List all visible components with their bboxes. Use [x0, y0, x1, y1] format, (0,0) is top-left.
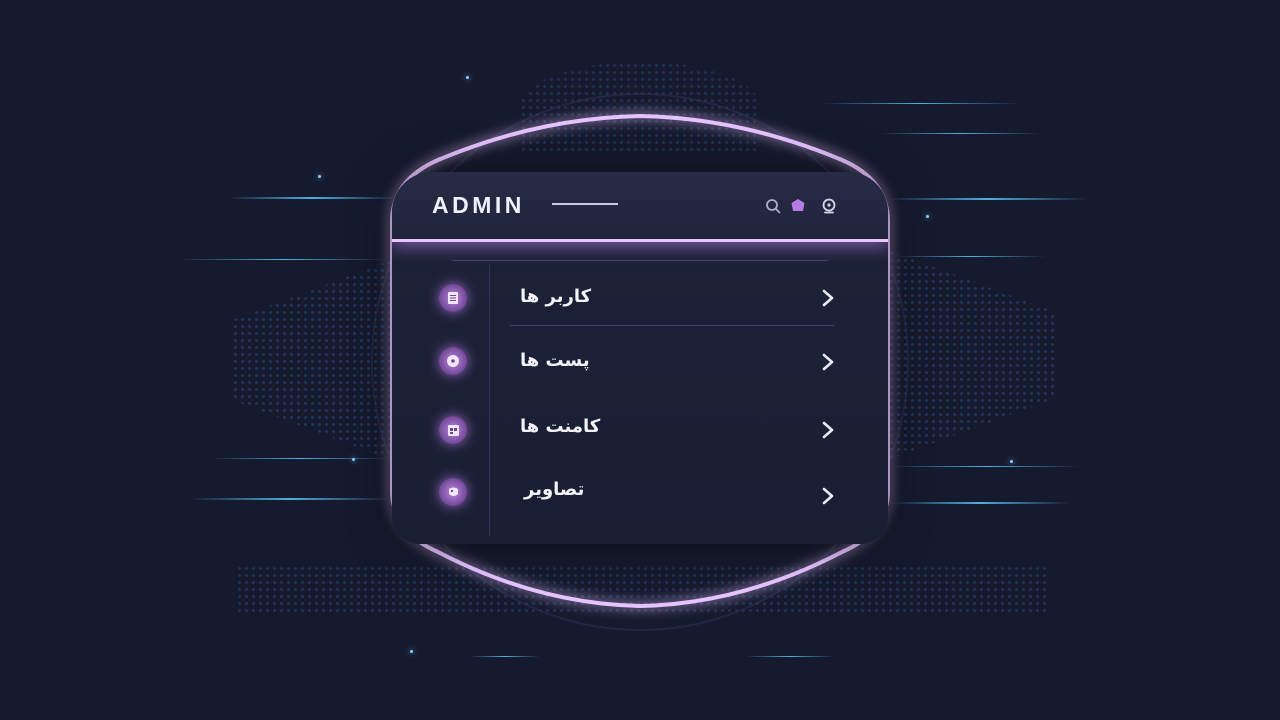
menu-item-users[interactable]: کاربر ها [392, 270, 888, 326]
chevron-right-icon [822, 487, 834, 505]
user-icon[interactable] [820, 197, 838, 215]
spark [410, 650, 413, 653]
spark [318, 175, 321, 178]
dot-pattern-left [232, 260, 392, 460]
light-streak [890, 502, 1070, 504]
light-streak [896, 256, 1046, 257]
spark [352, 458, 355, 461]
light-streak [470, 656, 540, 657]
light-streak [745, 656, 835, 657]
divider [452, 260, 828, 261]
title-underline [552, 203, 618, 205]
menu-item-label: کامنت ها [520, 416, 601, 437]
menu-item-images[interactable]: تصاویر [392, 468, 888, 524]
disc-icon [439, 347, 467, 375]
spark [926, 215, 929, 218]
light-streak [210, 458, 390, 459]
spark [1010, 460, 1013, 463]
light-streak [890, 466, 1080, 467]
dot-pattern-right [888, 250, 1058, 460]
menu-item-label: تصاویر [524, 479, 585, 500]
panel-header: ADMIN [392, 172, 888, 242]
chevron-right-icon [822, 353, 834, 371]
light-streak [190, 498, 390, 500]
document-icon [439, 284, 467, 312]
chevron-right-icon [822, 421, 834, 439]
light-streak [888, 198, 1088, 200]
menu-item-label: پست ها [520, 350, 590, 371]
spark [466, 76, 469, 79]
calendar-icon [439, 416, 467, 444]
image-icon [439, 478, 467, 506]
menu-item-label: کاربر ها [520, 286, 592, 307]
notification-icon[interactable] [789, 197, 807, 215]
light-streak [228, 197, 398, 199]
menu-item-comments[interactable]: کامنت ها [392, 402, 888, 458]
chevron-right-icon [822, 289, 834, 307]
menu-item-posts[interactable]: پست ها [392, 334, 888, 390]
light-streak [880, 133, 1040, 134]
search-icon[interactable] [764, 197, 782, 215]
admin-panel: ADMIN کاربر ها پست ها کامنت ها تصاویر [392, 172, 888, 544]
light-streak [178, 259, 388, 260]
page-title: ADMIN [432, 192, 525, 218]
light-streak [820, 103, 1020, 104]
